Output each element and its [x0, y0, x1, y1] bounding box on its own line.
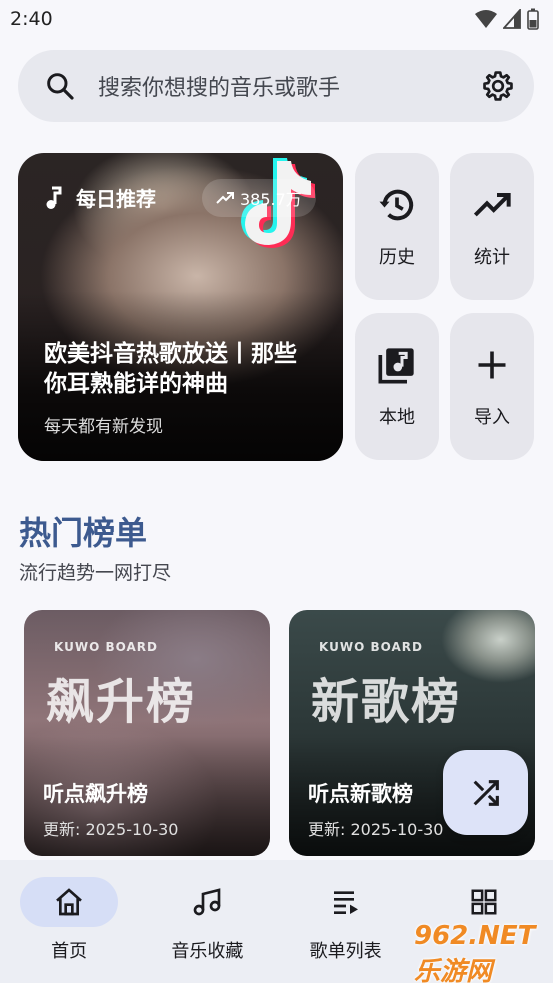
history-button[interactable]: 历史: [355, 153, 439, 300]
settings-button[interactable]: [478, 66, 518, 106]
nav-indicator: [435, 877, 533, 927]
gear-icon: [483, 71, 513, 101]
nav-indicator: [20, 877, 119, 927]
play-count-badge: 385.7万: [202, 179, 316, 217]
status-bar: 2:40: [0, 0, 553, 38]
trending-up-icon: [216, 192, 234, 204]
nav-item-home[interactable]: 首页: [0, 860, 138, 983]
daily-header: 每日推荐: [44, 183, 156, 212]
shuffle-icon: [473, 779, 499, 806]
daily-playlist-title: 欧美抖音热歌放送丨那些你耳熟能详的神曲: [44, 341, 297, 397]
shuffle-button[interactable]: [443, 750, 528, 835]
chart-name: 听点飙升榜: [43, 782, 148, 806]
daily-label: 每日推荐: [76, 187, 156, 211]
import-button[interactable]: 导入: [450, 313, 534, 460]
import-label: 导入: [474, 407, 510, 428]
search-bar[interactable]: 搜索你想搜的音乐或歌手: [18, 50, 534, 122]
battery-icon: [527, 8, 539, 30]
search-icon: [47, 73, 74, 100]
music-note-icon: [194, 888, 221, 916]
chart-updated: 更新: 2025-10-30: [43, 820, 179, 839]
chart-art-title: 新歌榜: [311, 674, 462, 730]
plus-icon: [478, 351, 506, 379]
play-count: 385.7万: [240, 190, 302, 209]
grid-icon: [471, 889, 497, 915]
chart-card-soaring[interactable]: KUWO BOARD 飙升榜 听点飙升榜 更新: 2025-10-30: [24, 610, 270, 856]
status-icons: [475, 8, 539, 30]
chart-name: 听点新歌榜: [308, 782, 413, 806]
local-music-icon: [378, 348, 414, 384]
local-music-button[interactable]: 本地: [355, 313, 439, 460]
site-watermark: 962.NET 乐游网: [414, 920, 536, 983]
chart-brand: KUWO BOARD: [319, 640, 423, 654]
nav-label: 音乐收藏: [171, 941, 244, 962]
chart-updated: 更新: 2025-10-30: [308, 820, 444, 839]
history-icon: [379, 189, 414, 221]
statistics-button[interactable]: 统计: [450, 153, 534, 300]
nav-label: 首页: [51, 941, 88, 962]
status-time: 2:40: [10, 8, 53, 30]
hot-charts-title: 热门榜单: [19, 514, 148, 552]
trending-icon: [473, 193, 511, 217]
hot-charts-subtitle: 流行趋势一网打尽: [19, 562, 172, 584]
daily-recommend-card[interactable]: 每日推荐 385.7万 欧美抖音热歌放送丨那些你耳熟能详的神曲 每天都有新发现: [18, 153, 343, 461]
daily-subtitle: 每天都有新发现: [44, 417, 163, 437]
nav-item-playlists[interactable]: 歌单列表: [277, 860, 415, 983]
playlist-icon: [333, 891, 358, 914]
signal-icon: [503, 9, 521, 29]
statistics-label: 统计: [474, 247, 510, 268]
music-note-icon: [46, 186, 62, 209]
chart-art-title: 飙升榜: [46, 674, 197, 730]
search-input[interactable]: 搜索你想搜的音乐或歌手: [98, 70, 478, 102]
home-icon: [56, 888, 83, 916]
history-label: 历史: [379, 247, 415, 268]
wifi-icon: [475, 10, 497, 28]
chart-brand: KUWO BOARD: [54, 640, 158, 654]
nav-indicator: [158, 877, 256, 927]
nav-indicator: [297, 877, 395, 927]
nav-item-favorites[interactable]: 音乐收藏: [138, 860, 276, 983]
nav-label: 歌单列表: [309, 941, 382, 962]
local-music-label: 本地: [379, 407, 415, 428]
